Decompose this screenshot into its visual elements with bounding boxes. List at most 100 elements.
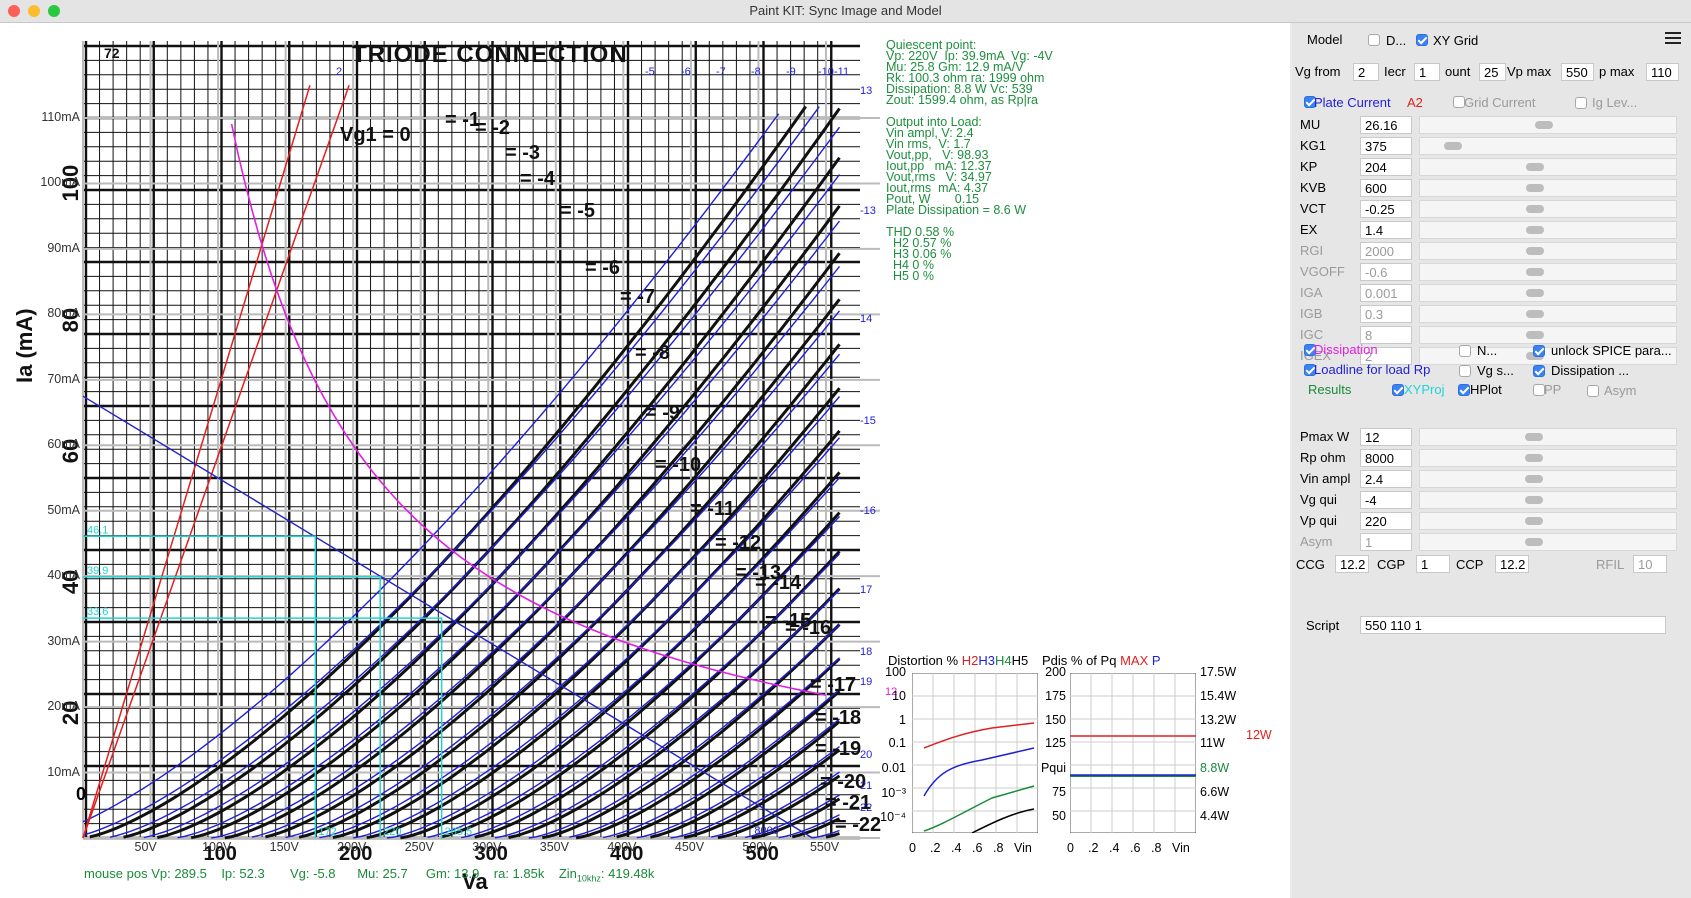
slider-knob[interactable] [1525, 496, 1543, 504]
xyproj-checkbox[interactable] [1392, 384, 1404, 396]
slider-knob[interactable] [1444, 142, 1462, 150]
xyproj-label: XYProj [1404, 382, 1445, 397]
param-input-kg1[interactable]: 375 [1360, 137, 1412, 155]
param-label-vgoff: VGOFF [1300, 264, 1345, 279]
grid-voltage-label: -13 [860, 205, 876, 217]
ccp-input[interactable]: 12.2 [1495, 555, 1529, 573]
distortion-h3-label: H3 [978, 653, 995, 668]
load-param-label: Vin ampl [1300, 471, 1351, 486]
ig-lev-checkbox[interactable] [1575, 97, 1587, 109]
slider-knob[interactable] [1525, 475, 1543, 483]
plot-canvas[interactable]: 46.1 39.9 33.6 172 220 265.5 8000 Vg1 = 0 = -1 = … [0, 23, 1290, 898]
slider-knob[interactable] [1525, 454, 1543, 462]
slider-knob[interactable] [1525, 163, 1544, 171]
x-tick-label: 300V [472, 840, 502, 854]
grid-voltage-label: -9 [786, 66, 796, 78]
load-param-slider[interactable] [1419, 449, 1677, 467]
load-param-input[interactable]: 1 [1360, 533, 1412, 551]
param-slider-rgi[interactable] [1419, 242, 1677, 260]
slider-knob[interactable] [1525, 433, 1543, 441]
slider-knob[interactable] [1525, 226, 1544, 234]
xygrid-label: XY Grid [1433, 33, 1479, 48]
param-input-vct[interactable]: -0.25 [1360, 200, 1412, 218]
count-label: ount [1445, 64, 1471, 79]
param-input-rgi[interactable]: 2000 [1360, 242, 1412, 260]
slider-knob[interactable] [1535, 121, 1554, 129]
count-input[interactable]: 25 [1479, 63, 1506, 81]
param-input-kp[interactable]: 204 [1360, 158, 1412, 176]
param-input-ex[interactable]: 1.4 [1360, 221, 1412, 239]
hplot-checkbox[interactable] [1458, 384, 1470, 396]
load-param-slider[interactable] [1419, 428, 1677, 446]
slider-knob[interactable] [1525, 184, 1544, 192]
pmax-input[interactable]: 110 [1646, 63, 1679, 81]
load-param-slider[interactable] [1419, 533, 1677, 551]
load-param-slider[interactable] [1419, 491, 1677, 509]
slider-knob[interactable] [1525, 517, 1543, 525]
dissipation2-checkbox[interactable] [1533, 365, 1545, 377]
slider-knob[interactable] [1525, 268, 1544, 276]
param-input-kvb[interactable]: 600 [1360, 179, 1412, 197]
y-tick-label: 20mA [47, 699, 80, 714]
param-slider-iga[interactable] [1419, 284, 1677, 302]
cyan-bottom-label: 220 [383, 826, 401, 838]
incr-input[interactable]: 1 [1414, 63, 1440, 81]
asym-checkbox[interactable] [1587, 385, 1599, 397]
param-slider-ex[interactable] [1419, 221, 1677, 239]
param-slider-kvb[interactable] [1419, 179, 1677, 197]
param-input-igb[interactable]: 0.3 [1360, 305, 1412, 323]
load-param-slider[interactable] [1419, 512, 1677, 530]
rfil-input[interactable]: 10 [1633, 555, 1667, 573]
slider-knob[interactable] [1525, 289, 1544, 297]
menu-icon[interactable] [1665, 30, 1681, 47]
pdis-y-left-tick: 175 [1045, 689, 1066, 703]
zoom-window-button[interactable] [48, 5, 60, 17]
y-tick-label: 100mA [40, 175, 80, 190]
n-checkbox[interactable] [1459, 345, 1471, 357]
param-slider-igc[interactable] [1419, 326, 1677, 344]
slider-knob[interactable] [1525, 538, 1543, 546]
load-param-input[interactable]: -4 [1360, 491, 1412, 509]
slider-knob[interactable] [1525, 331, 1544, 339]
scan-curves [89, 105, 841, 840]
xygrid-checkbox[interactable] [1416, 34, 1428, 46]
unlock-spice-checkbox[interactable] [1533, 345, 1545, 357]
load-param-input[interactable]: 12 [1360, 428, 1412, 446]
param-input-vgoff[interactable]: -0.6 [1360, 263, 1412, 281]
load-param-input[interactable]: 8000 [1360, 449, 1412, 467]
vpmax-input[interactable]: 550 [1561, 63, 1594, 81]
script-input[interactable]: 550 110 1 [1360, 616, 1666, 634]
vg-s-checkbox[interactable] [1459, 365, 1471, 377]
datasheet-grid-label: = -8 [635, 342, 670, 364]
cyan-value-label: 39.9 [87, 565, 108, 577]
load-param-input[interactable]: 220 [1360, 512, 1412, 530]
load-param-label: Vp qui [1300, 513, 1337, 528]
param-slider-mu[interactable] [1419, 116, 1677, 134]
slider-knob[interactable] [1525, 247, 1544, 255]
param-input-iga[interactable]: 0.001 [1360, 284, 1412, 302]
slider-knob[interactable] [1525, 205, 1544, 213]
pdis-max-value: 12W [1246, 728, 1272, 742]
param-slider-vgoff[interactable] [1419, 263, 1677, 281]
param-slider-vct[interactable] [1419, 200, 1677, 218]
close-window-button[interactable] [8, 5, 20, 17]
d-checkbox[interactable] [1368, 34, 1380, 46]
pdis-y-left-tick: 200 [1045, 665, 1066, 679]
results-label[interactable]: Results [1308, 382, 1351, 397]
param-slider-igb[interactable] [1419, 305, 1677, 323]
pdis-x-tick: .4 [1109, 841, 1120, 855]
param-slider-kp[interactable] [1419, 158, 1677, 176]
ccg-input[interactable]: 12.2 [1335, 555, 1369, 573]
minimize-window-button[interactable] [28, 5, 40, 17]
param-input-mu[interactable]: 26.16 [1360, 116, 1412, 134]
load-param-input[interactable]: 2.4 [1360, 470, 1412, 488]
slider-knob[interactable] [1525, 310, 1544, 318]
ccp-label: CCP [1456, 557, 1484, 572]
grid-voltage-label: -6 [681, 66, 691, 78]
param-slider-kg1[interactable] [1419, 137, 1677, 155]
datasheet-title: TRIODE CONNECTION [352, 41, 628, 68]
datasheet-grid-label: = -9 [645, 402, 680, 424]
vg-from-input[interactable]: 2 [1353, 63, 1379, 81]
cgp-input[interactable]: 1 [1416, 555, 1450, 573]
load-param-slider[interactable] [1419, 470, 1677, 488]
